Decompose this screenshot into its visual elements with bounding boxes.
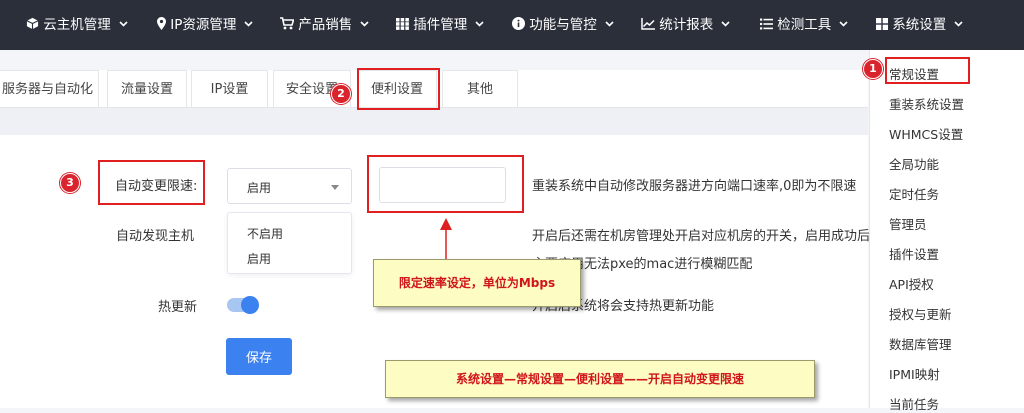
nav-detection-tools-label: 检测工具	[777, 17, 832, 33]
highlight-auto-limit-label	[98, 160, 205, 205]
menu-item-plugin-settings[interactable]: 插件设置	[889, 244, 939, 263]
info-icon	[512, 17, 525, 30]
auto-discover-hint-2: 主要应用无法pxe的mac进行模糊匹配	[532, 257, 753, 272]
callout-speed-unit: 限定速率设定，单位为Mbps	[373, 259, 581, 307]
nav-system-settings[interactable]: 系统设置	[876, 0, 963, 50]
nav-cloud-host-label: 云主机管理	[43, 17, 111, 33]
menu-item-current-tasks[interactable]: 当前任务	[889, 394, 939, 413]
hot-update-toggle[interactable]	[227, 296, 259, 314]
tab-other[interactable]: 其他	[442, 70, 518, 107]
nav-features-control[interactable]: 功能与管控	[512, 0, 614, 50]
cube-icon	[26, 17, 39, 30]
highlight-general-settings	[885, 57, 970, 84]
chevron-down-icon	[954, 0, 963, 50]
option-enabled[interactable]: 启用	[247, 250, 271, 267]
tab-server-automation[interactable]: 服务器与自动化	[0, 70, 99, 107]
grid-icon	[396, 17, 409, 30]
auto-limit-dropdown: 不启用 启用	[227, 212, 352, 274]
nav-ip-resources[interactable]: IP资源管理	[157, 0, 253, 50]
chevron-down-icon	[360, 0, 369, 50]
nav-product-sales-label: 产品销售	[298, 17, 353, 33]
highlight-convenience-tab	[357, 68, 440, 110]
auto-discover-label: 自动发现主机	[116, 229, 195, 244]
nav-statistics-label: 统计报表	[659, 17, 714, 33]
step-badge-3: 3	[60, 173, 80, 193]
nav-features-control-label: 功能与管控	[529, 17, 597, 33]
menu-item-database[interactable]: 数据库管理	[889, 334, 952, 353]
tab-ip-settings[interactable]: IP设置	[191, 70, 268, 107]
nav-plugin-management[interactable]: 插件管理	[396, 0, 484, 50]
chevron-down-icon	[475, 0, 484, 50]
nav-system-settings-label: 系统设置	[892, 17, 947, 33]
nav-plugin-management-label: 插件管理	[413, 17, 468, 33]
chevron-down-icon	[605, 0, 614, 50]
menu-item-reinstall[interactable]: 重装系统设置	[889, 94, 964, 113]
map-pin-icon	[157, 17, 166, 30]
step-badge-1: 1	[863, 59, 883, 79]
menu-item-ipmi[interactable]: IPMI映射	[889, 364, 940, 383]
option-disabled[interactable]: 不启用	[247, 225, 283, 242]
cart-icon	[280, 17, 295, 30]
callout-navigation-path: 系统设置—常规设置—便利设置——开启自动变更限速	[385, 360, 815, 398]
chevron-down-icon	[119, 0, 128, 50]
chevron-down-icon	[839, 0, 848, 50]
chevron-down-icon	[244, 0, 253, 50]
hot-update-label: 热更新	[158, 300, 198, 315]
menu-item-api[interactable]: API授权	[889, 274, 934, 293]
apps-icon	[876, 17, 888, 30]
chart-line-icon	[641, 17, 655, 30]
top-navbar: 云主机管理 IP资源管理 产品销售 插件管理 功能与管控 统计报表 检测工具 系…	[0, 0, 1024, 50]
nav-ip-resources-label: IP资源管理	[170, 17, 237, 33]
menu-item-admins[interactable]: 管理员	[889, 214, 927, 233]
auto-limit-select[interactable]: 启用	[227, 168, 352, 204]
auto-limit-hint: 重装系统中自动修改服务器进方向端口速率,0即为不限速	[532, 179, 857, 194]
nav-product-sales[interactable]: 产品销售	[280, 0, 369, 50]
menu-item-global[interactable]: 全局功能	[889, 154, 939, 173]
nav-detection-tools[interactable]: 检测工具	[760, 0, 848, 50]
highlight-speed-input	[367, 155, 524, 213]
save-button[interactable]: 保存	[226, 338, 292, 375]
tab-traffic-settings[interactable]: 流量设置	[107, 70, 187, 107]
nav-statistics[interactable]: 统计报表	[641, 0, 730, 50]
nav-cloud-host[interactable]: 云主机管理	[26, 0, 128, 50]
section-band	[0, 108, 868, 135]
toggle-knob	[241, 296, 259, 314]
step-badge-2: 2	[331, 84, 351, 104]
chevron-down-icon	[721, 0, 730, 50]
menu-item-whmcs[interactable]: WHMCS设置	[889, 124, 963, 143]
arrow-up-icon	[440, 218, 452, 262]
auto-limit-selected-value: 启用	[247, 181, 272, 195]
list-icon	[760, 18, 773, 29]
caret-down-icon	[331, 185, 339, 190]
menu-item-cron[interactable]: 定时任务	[889, 184, 939, 203]
auto-discover-hint: 开启后还需在机房管理处开启对应机房的开关，启用成功后	[532, 229, 869, 244]
menu-item-license[interactable]: 授权与更新	[889, 304, 952, 323]
